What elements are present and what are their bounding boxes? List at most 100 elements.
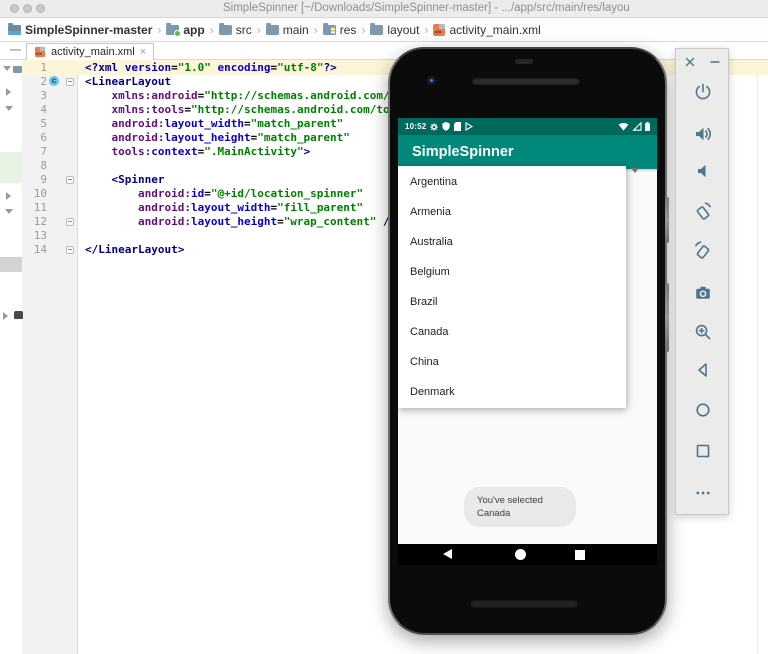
volume-down-icon[interactable] [690, 158, 716, 184]
xml-file-icon [433, 24, 445, 36]
line-number: 10 [34, 187, 47, 200]
toast-line2: Canada [477, 507, 563, 520]
tree-collapse-icon[interactable] [6, 192, 11, 200]
spinner-item-brazil[interactable]: Brazil [398, 287, 626, 317]
project-folder-icon [8, 25, 21, 35]
traffic-light-close-icon[interactable] [10, 4, 19, 13]
breadcrumb-item-simplespinner-master[interactable]: SimpleSpinner-master [8, 23, 152, 37]
spinner-dropdown-arrow-icon[interactable] [631, 168, 639, 173]
breadcrumb-item-activity-main-xml[interactable]: activity_main.xml [433, 23, 540, 37]
line-number: 5 [40, 117, 47, 130]
minimize-icon[interactable] [702, 49, 728, 75]
breadcrumb-item-layout[interactable]: layout [370, 23, 419, 37]
xml-file-icon [35, 47, 45, 57]
tab-label: activity_main.xml [51, 46, 135, 58]
folder-icon [266, 25, 279, 35]
more-icon[interactable] [690, 480, 716, 506]
status-time: 10:52 [405, 122, 426, 131]
breadcrumb-item-src[interactable]: src [219, 23, 252, 37]
screenshot-icon[interactable] [690, 280, 716, 306]
line-number: 14 [34, 243, 47, 256]
line-number: 1 [40, 61, 47, 74]
chevron-separator: › [361, 23, 365, 37]
breadcrumb: SimpleSpinner-master›app›src›main›res›la… [8, 23, 541, 37]
traffic-light-minimize-icon[interactable] [23, 4, 32, 13]
tab-close-icon[interactable]: × [140, 47, 146, 58]
breadcrumb-bar: SimpleSpinner-master›app›src›main›res›la… [0, 18, 768, 42]
line-number: 13 [34, 229, 47, 242]
spinner-item-armenia[interactable]: Armenia [398, 197, 626, 227]
project-tree-strip [0, 60, 22, 654]
tree-collapse-icon[interactable] [3, 312, 8, 320]
bottom-speaker [470, 600, 578, 608]
close-icon[interactable] [677, 49, 703, 75]
nav-overview-icon[interactable] [575, 550, 585, 560]
play-outline-icon [465, 122, 473, 131]
editor-gutter: 12c34567891011121314 [22, 60, 78, 654]
spinner-item-australia[interactable]: Australia [398, 227, 626, 257]
earpiece-speaker [472, 78, 580, 85]
overview-icon[interactable] [690, 438, 716, 464]
nav-home-icon[interactable] [515, 549, 526, 560]
line-number: 9 [40, 173, 47, 186]
spinner-item-china[interactable]: China [398, 347, 626, 377]
line-number: 2 [40, 75, 47, 88]
tree-highlight-block [0, 152, 22, 183]
traffic-light-zoom-icon[interactable] [36, 4, 45, 13]
chevron-separator: › [314, 23, 318, 37]
tree-expand-icon[interactable] [5, 209, 13, 214]
tree-collapse-icon[interactable] [6, 88, 11, 96]
tree-expand-icon[interactable] [5, 106, 13, 111]
battery-icon [645, 122, 650, 131]
spinner-item-argentina[interactable]: Argentina [398, 167, 626, 197]
spinner-item-denmark[interactable]: Denmark [398, 377, 626, 407]
phone-volume-button [665, 283, 669, 352]
res-folder-icon [323, 25, 336, 35]
home-icon[interactable] [690, 397, 716, 423]
window-titlebar: SimpleSpinner [~/Downloads/SimpleSpinner… [0, 0, 768, 18]
tab-activity-main-xml[interactable]: activity_main.xml × [26, 43, 154, 60]
fold-marker-icon[interactable] [66, 176, 74, 184]
breadcrumb-item-main[interactable]: main [266, 23, 309, 37]
zoom-icon[interactable] [690, 319, 716, 345]
folder-icon [370, 25, 383, 35]
volume-up-icon[interactable] [690, 121, 716, 147]
breadcrumb-item-res[interactable]: res [323, 23, 357, 37]
fold-marker-icon[interactable] [66, 78, 74, 86]
line-number: 4 [40, 103, 47, 116]
android-status-bar: 10:52 [398, 118, 657, 135]
back-icon[interactable] [690, 357, 716, 383]
tree-expand-icon[interactable] [3, 66, 11, 71]
breadcrumb-item-app[interactable]: app [166, 23, 204, 37]
power-icon[interactable] [690, 79, 716, 105]
gear-icon [430, 123, 438, 131]
android-nav-bar [398, 544, 657, 565]
line-number: 8 [40, 159, 47, 172]
line-number: 6 [40, 131, 47, 144]
phone-screen[interactable]: 10:52 [398, 118, 657, 565]
front-camera [427, 76, 436, 85]
line-number: 3 [40, 89, 47, 102]
spinner-item-belgium[interactable]: Belgium [398, 257, 626, 287]
rotate-left-icon[interactable] [690, 199, 716, 225]
rotate-right-icon[interactable] [690, 238, 716, 264]
gradle-node-icon [14, 311, 23, 319]
toast-line1: You've selected [477, 494, 563, 507]
toast-message: You've selected Canada [464, 487, 576, 527]
chevron-separator: › [257, 23, 261, 37]
nav-back-icon[interactable] [443, 549, 452, 559]
fold-marker-icon[interactable] [66, 218, 74, 226]
folder-icon [13, 66, 22, 73]
line-number: 7 [40, 145, 47, 158]
emulator-phone: 10:52 [388, 47, 667, 635]
spinner-item-canada[interactable]: Canada [398, 317, 626, 347]
wifi-icon [618, 122, 629, 131]
fold-marker-icon[interactable] [66, 246, 74, 254]
folder-icon [219, 25, 232, 35]
phone-power-button [665, 197, 669, 243]
chevron-separator: › [424, 23, 428, 37]
line-number: 12 [34, 215, 47, 228]
spinner-dropdown: ArgentinaArmeniaAustraliaBelgiumBrazilCa… [398, 166, 626, 408]
class-gutter-badge[interactable]: c [49, 76, 59, 86]
shield-icon [442, 122, 450, 131]
